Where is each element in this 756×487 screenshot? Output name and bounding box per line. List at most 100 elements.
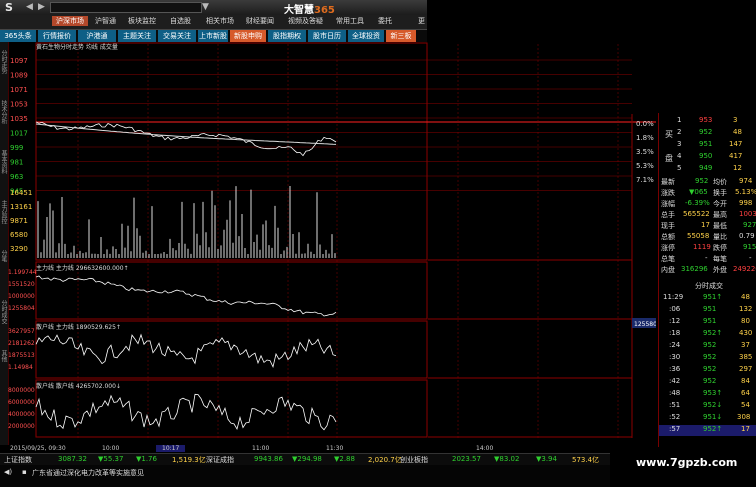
stat-key: 今开 bbox=[713, 200, 727, 208]
index-amount: 1,519.3亿 bbox=[172, 456, 206, 464]
retail-tick-label: 2181262 bbox=[8, 340, 35, 347]
stat-value: 952 bbox=[695, 177, 709, 185]
pane-border bbox=[35, 42, 428, 261]
tab-ipo[interactable]: 上市新股 bbox=[198, 30, 228, 42]
tick-row: :48 953↑ 64 bbox=[659, 389, 756, 400]
tick-price: 951 bbox=[703, 305, 717, 313]
stat-value: 998 bbox=[739, 199, 753, 207]
side-tab[interactable]: 技术分析 bbox=[0, 100, 8, 124]
time-label: 2015/09/25, 09:30 bbox=[10, 445, 66, 452]
menu-item[interactable]: 更 bbox=[418, 16, 425, 26]
tab-quotes[interactable]: 行情报价 bbox=[38, 30, 76, 42]
tick-price: 952 bbox=[703, 377, 717, 385]
menu-item[interactable]: 自选股 bbox=[170, 16, 191, 26]
menu-item[interactable]: 板块监控 bbox=[128, 16, 156, 26]
time-label: 11:00 bbox=[252, 445, 270, 452]
menu-item[interactable]: 视频及答疑 bbox=[288, 16, 323, 26]
main-force-tick-label: 1000000 bbox=[8, 293, 35, 300]
volume-tick-label: 3290 bbox=[10, 245, 28, 253]
ob-price: 950 bbox=[699, 152, 713, 160]
tab-bar: 365头条 行情报价 沪港通 主题关注 交易关注 上市新股 新股申购 股指期权 … bbox=[0, 30, 427, 42]
tick-vol: 385 bbox=[739, 353, 753, 361]
pct-label: 7.1% bbox=[636, 176, 654, 184]
count-tick-label: 8000000 bbox=[8, 387, 35, 394]
side-tab[interactable]: 分笔 bbox=[0, 250, 8, 262]
stat-value: 55058 bbox=[687, 232, 710, 240]
tab-calendar[interactable]: 股市日历 bbox=[308, 30, 346, 42]
index-name[interactable]: 上证指数 bbox=[4, 455, 32, 465]
tab-ipo-subscribe[interactable]: 新股申购 bbox=[230, 30, 266, 42]
side-tab[interactable]: 分时走势 bbox=[0, 50, 8, 74]
tab-neeq[interactable]: 新三板 bbox=[386, 30, 416, 42]
menu-item[interactable]: 委托 bbox=[378, 16, 392, 26]
price-tick-label: 1035 bbox=[10, 115, 28, 123]
menu-item[interactable]: 沪智通 bbox=[95, 16, 116, 26]
stat-key: 涨幅 bbox=[661, 200, 675, 208]
tick-price: 951↓ bbox=[703, 413, 723, 421]
side-tab[interactable]: 基本资料 bbox=[0, 150, 8, 174]
tick-time: :24 bbox=[669, 341, 681, 349]
tick-price: 953↑ bbox=[703, 389, 723, 397]
menu-item[interactable]: 沪深市场 bbox=[52, 16, 88, 26]
stat-key: 总额 bbox=[661, 233, 675, 241]
tick-vol: 64 bbox=[741, 389, 750, 397]
tick-row: :51 952↓ 54 bbox=[659, 401, 756, 412]
tab-hk-connect[interactable]: 沪港通 bbox=[78, 30, 116, 42]
tick-time: :18 bbox=[669, 329, 681, 337]
main-menu: 沪深市场 沪智通 板块监控 自选股 相关市场 财经要闻 视频及答疑 常用工具 委… bbox=[0, 15, 427, 30]
menu-item[interactable]: 相关市场 bbox=[206, 16, 234, 26]
stat-value: 316296 bbox=[681, 265, 708, 273]
stat-value: - bbox=[749, 254, 752, 262]
stat-key: 量比 bbox=[713, 233, 727, 241]
stat-key: 内盘 bbox=[661, 266, 675, 274]
tick-row: :18 952↑ 430 bbox=[659, 329, 756, 340]
price-tick-label: 1017 bbox=[10, 130, 28, 138]
news-headline[interactable]: 广东省通过深化电力改革等实施意见 bbox=[32, 468, 144, 478]
forward-icon[interactable]: ▶ bbox=[38, 2, 45, 12]
stat-row: 现手 17 最低 927 bbox=[659, 221, 756, 232]
stat-value: - bbox=[705, 254, 708, 262]
tick-time: :57 bbox=[669, 425, 681, 433]
index-value: 9943.86 bbox=[254, 455, 283, 463]
tick-row-selected[interactable]: :57 952↑ 17 bbox=[659, 425, 756, 436]
side-tab[interactable]: 分时成交 bbox=[0, 300, 8, 324]
tick-row: :52 951↓ 308 bbox=[659, 413, 756, 424]
price-tick-label: 1089 bbox=[10, 72, 28, 80]
tab-options[interactable]: 股指期权 bbox=[268, 30, 306, 42]
ob-level: 3 bbox=[677, 140, 682, 148]
ob-volume: 417 bbox=[729, 152, 743, 160]
search-input[interactable] bbox=[50, 2, 202, 13]
back-icon[interactable]: ◀ bbox=[26, 2, 33, 12]
side-tab[interactable]: 主力监控 bbox=[0, 200, 8, 224]
market-index-bar: 上证指数 3087.32 ▼55.37 ▼1.76 1,519.3亿 深证成指 … bbox=[0, 453, 610, 465]
stat-value: 927 bbox=[743, 221, 756, 229]
tab-trading[interactable]: 交易关注 bbox=[158, 30, 196, 42]
stat-key: 现手 bbox=[661, 222, 675, 230]
ob-price: 949 bbox=[699, 164, 713, 172]
chart-axes: 1097108910711053103510179999819639451645… bbox=[8, 57, 37, 430]
search-dropdown-icon[interactable]: ▼ bbox=[202, 2, 209, 12]
tick-time: :06 bbox=[669, 305, 681, 313]
stat-key: 涨跌 bbox=[661, 189, 675, 197]
volume-tick-label: 6580 bbox=[10, 231, 28, 239]
tab-global[interactable]: 全球投资 bbox=[348, 30, 384, 42]
ob-level: 4 bbox=[677, 152, 682, 160]
index-name[interactable]: 深证成指 bbox=[206, 455, 234, 465]
price-tick-label: 1053 bbox=[10, 101, 28, 109]
speaker-icon[interactable]: ◀) bbox=[4, 468, 12, 476]
tab-365[interactable]: 365头条 bbox=[0, 30, 36, 42]
stat-row: 总手 565522 最高 1003 bbox=[659, 210, 756, 221]
menu-item[interactable]: 常用工具 bbox=[336, 16, 364, 26]
index-amount: 573.4亿 bbox=[572, 456, 600, 464]
tab-themes[interactable]: 主题关注 bbox=[118, 30, 156, 42]
intraday-chart[interactable]: 1097108910711053103510179999819639451645… bbox=[8, 42, 428, 446]
menu-item[interactable]: 财经要闻 bbox=[246, 16, 274, 26]
side-tab[interactable]: 其他 bbox=[0, 350, 8, 362]
stat-key: 最新 bbox=[661, 178, 675, 186]
tick-time: :30 bbox=[669, 353, 681, 361]
index-amount: 2,020.7亿 bbox=[368, 456, 402, 464]
index-name[interactable]: 创业板指 bbox=[400, 455, 428, 465]
stat-row: 内盘 316296 外盘 249226 bbox=[659, 265, 756, 276]
tick-time: :52 bbox=[669, 413, 681, 421]
pct-label: 0.0% bbox=[636, 120, 654, 128]
